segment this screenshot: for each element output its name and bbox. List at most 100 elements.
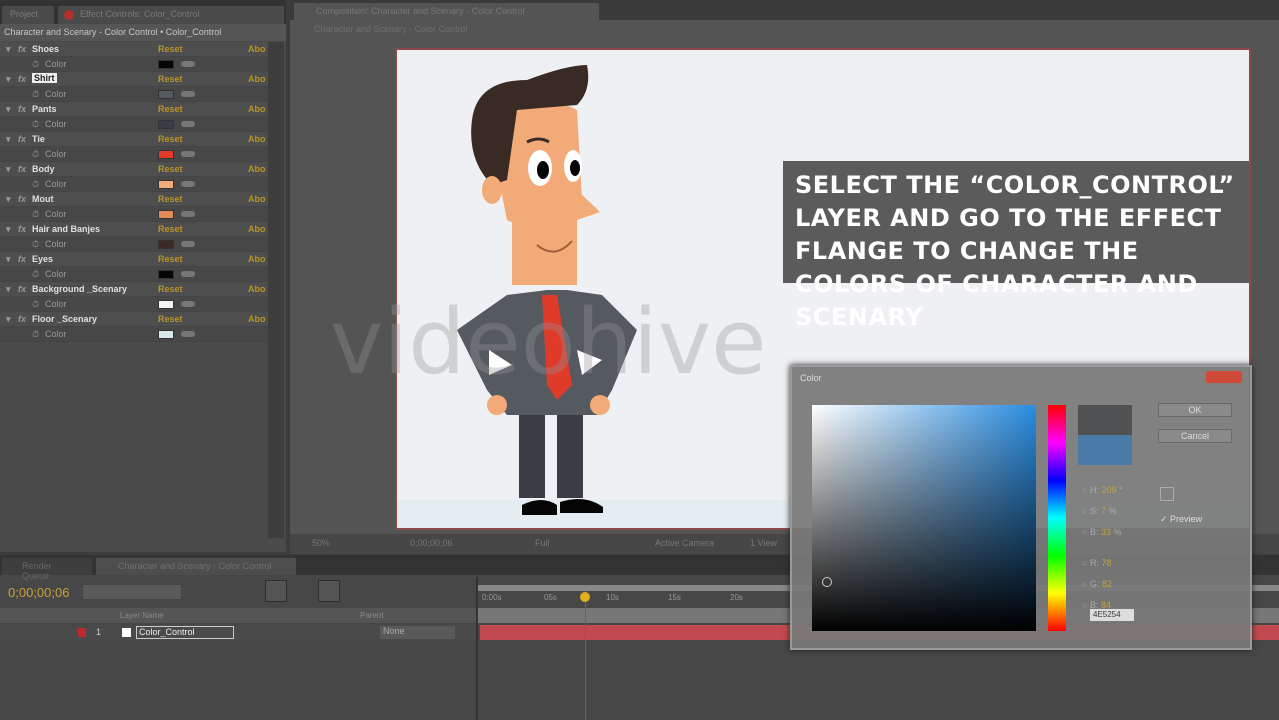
layer-name[interactable]: Color_Control bbox=[136, 626, 234, 639]
eyedropper-icon[interactable] bbox=[181, 91, 195, 97]
playhead[interactable] bbox=[585, 591, 586, 720]
reset-link[interactable]: Reset bbox=[158, 224, 183, 234]
effect-row[interactable]: ▾ fx Hair and Banjes Reset Abo bbox=[0, 222, 268, 237]
eyedropper-icon[interactable] bbox=[181, 181, 195, 187]
layer-row[interactable]: 1 Color_Control None bbox=[0, 625, 476, 640]
color-swatch[interactable] bbox=[158, 60, 174, 69]
camera-dropdown[interactable]: Active Camera bbox=[655, 538, 714, 548]
reset-link[interactable]: Reset bbox=[158, 194, 183, 204]
tab-render-queue[interactable]: Render Queue bbox=[2, 558, 92, 581]
color-picker-marker[interactable] bbox=[822, 577, 832, 587]
field-value[interactable]: 82 bbox=[1102, 579, 1112, 589]
about-link[interactable]: Abo bbox=[248, 284, 266, 294]
motion-blur-button[interactable] bbox=[318, 580, 340, 602]
reset-link[interactable]: Reset bbox=[158, 74, 183, 84]
fx-icon[interactable]: fx bbox=[18, 134, 26, 144]
layer-search-input[interactable] bbox=[82, 584, 182, 600]
about-link[interactable]: Abo bbox=[248, 134, 266, 144]
current-time[interactable]: 0;00;00;06 bbox=[410, 538, 453, 548]
views-dropdown[interactable]: 1 View bbox=[750, 538, 777, 548]
about-link[interactable]: Abo bbox=[248, 164, 266, 174]
expand-triangle-icon[interactable]: ▾ bbox=[6, 104, 11, 115]
fx-icon[interactable]: fx bbox=[18, 224, 26, 234]
color-field-r[interactable]: ○ R: 78 bbox=[1082, 558, 1111, 568]
zoom-dropdown[interactable]: 50% bbox=[312, 538, 330, 548]
expand-triangle-icon[interactable]: ▾ bbox=[6, 284, 11, 295]
stopwatch-icon[interactable]: ⏱ bbox=[32, 59, 39, 70]
preview-checkbox[interactable]: ✓ Preview bbox=[1160, 514, 1202, 525]
fx-icon[interactable]: fx bbox=[18, 254, 26, 264]
hex-input[interactable]: 4E5254 bbox=[1090, 609, 1134, 621]
eyedropper-icon[interactable] bbox=[181, 271, 195, 277]
eyedropper-icon[interactable] bbox=[181, 211, 195, 217]
parent-dropdown[interactable]: None bbox=[380, 626, 455, 639]
field-value[interactable]: 78 bbox=[1101, 558, 1111, 568]
expand-triangle-icon[interactable]: ▾ bbox=[6, 224, 11, 235]
about-link[interactable]: Abo bbox=[248, 104, 266, 114]
color-swatch[interactable] bbox=[158, 330, 174, 339]
eyedropper-icon[interactable] bbox=[181, 301, 195, 307]
breadcrumb[interactable]: Character and Scenary - Color Control bbox=[314, 24, 468, 34]
color-swatch[interactable] bbox=[158, 240, 174, 249]
label-color[interactable] bbox=[78, 628, 86, 637]
field-value[interactable]: 33 bbox=[1101, 527, 1111, 537]
tab-composition[interactable]: Composition: Character and Scenary - Col… bbox=[294, 3, 599, 20]
expand-triangle-icon[interactable]: ▾ bbox=[6, 164, 11, 175]
timecode[interactable]: 0;00;00;06 bbox=[8, 585, 69, 600]
fx-icon[interactable]: fx bbox=[18, 284, 26, 294]
reset-link[interactable]: Reset bbox=[158, 284, 183, 294]
effect-row[interactable]: ▾ fx Eyes Reset Abo bbox=[0, 252, 268, 267]
reset-link[interactable]: Reset bbox=[158, 164, 183, 174]
color-field-b[interactable]: ○ B: 33 % bbox=[1082, 527, 1122, 537]
tab-project[interactable]: Project bbox=[2, 6, 54, 24]
color-swatch[interactable] bbox=[158, 150, 174, 159]
hue-slider[interactable] bbox=[1048, 405, 1066, 631]
about-link[interactable]: Abo bbox=[248, 224, 266, 234]
stopwatch-icon[interactable]: ⏱ bbox=[32, 209, 39, 220]
eyedropper-icon[interactable] bbox=[181, 241, 195, 247]
effect-row[interactable]: ▾ fx Shirt Reset Abo bbox=[0, 72, 268, 87]
stopwatch-icon[interactable]: ⏱ bbox=[32, 269, 39, 280]
effect-row[interactable]: ▾ fx Tie Reset Abo bbox=[0, 132, 268, 147]
about-link[interactable]: Abo bbox=[248, 254, 266, 264]
reset-link[interactable]: Reset bbox=[158, 44, 183, 54]
reset-link[interactable]: Reset bbox=[158, 104, 183, 114]
playhead-handle[interactable] bbox=[580, 592, 590, 602]
about-link[interactable]: Abo bbox=[248, 314, 266, 324]
tab-effect-controls[interactable]: Effect Controls: Color_Control bbox=[58, 6, 284, 24]
ok-button[interactable]: OK bbox=[1158, 403, 1232, 417]
about-link[interactable]: Abo bbox=[248, 44, 266, 54]
color-field-h[interactable]: ○ H: 209 ° bbox=[1082, 485, 1123, 495]
stopwatch-icon[interactable]: ⏱ bbox=[32, 329, 39, 340]
draft-3d-button[interactable] bbox=[265, 580, 287, 602]
expand-triangle-icon[interactable]: ▾ bbox=[6, 254, 11, 265]
reset-link[interactable]: Reset bbox=[158, 254, 183, 264]
fx-icon[interactable]: fx bbox=[18, 74, 26, 84]
color-field[interactable] bbox=[812, 405, 1036, 631]
reset-link[interactable]: Reset bbox=[158, 134, 183, 144]
stopwatch-icon[interactable]: ⏱ bbox=[32, 89, 39, 100]
expand-triangle-icon[interactable]: ▾ bbox=[6, 44, 11, 55]
stopwatch-icon[interactable]: ⏱ bbox=[32, 149, 39, 160]
close-button[interactable] bbox=[1206, 371, 1242, 383]
effect-row[interactable]: ▾ fx Mout Reset Abo bbox=[0, 192, 268, 207]
tab-timeline-comp[interactable]: Character and Scenary - Color Control bbox=[96, 558, 296, 575]
cancel-button[interactable]: Cancel bbox=[1158, 429, 1232, 443]
eyedropper-icon[interactable] bbox=[181, 121, 195, 127]
fx-icon[interactable]: fx bbox=[18, 314, 26, 324]
fx-icon[interactable]: fx bbox=[18, 104, 26, 114]
eyedropper-icon[interactable] bbox=[181, 151, 195, 157]
effect-row[interactable]: ▾ fx Floor _Scenary Reset Abo bbox=[0, 312, 268, 327]
expand-triangle-icon[interactable]: ▾ bbox=[6, 74, 11, 85]
eyedropper-button[interactable] bbox=[1160, 487, 1174, 501]
expand-triangle-icon[interactable]: ▾ bbox=[6, 134, 11, 145]
effect-row[interactable]: ▾ fx Body Reset Abo bbox=[0, 162, 268, 177]
color-swatch[interactable] bbox=[158, 120, 174, 129]
about-link[interactable]: Abo bbox=[248, 194, 266, 204]
color-field-g[interactable]: ○ G: 82 bbox=[1082, 579, 1112, 589]
stopwatch-icon[interactable]: ⏱ bbox=[32, 299, 39, 310]
fx-icon[interactable]: fx bbox=[18, 44, 26, 54]
eyedropper-icon[interactable] bbox=[181, 331, 195, 337]
stopwatch-icon[interactable]: ⏱ bbox=[32, 239, 39, 250]
field-value[interactable]: 7 bbox=[1101, 506, 1106, 516]
